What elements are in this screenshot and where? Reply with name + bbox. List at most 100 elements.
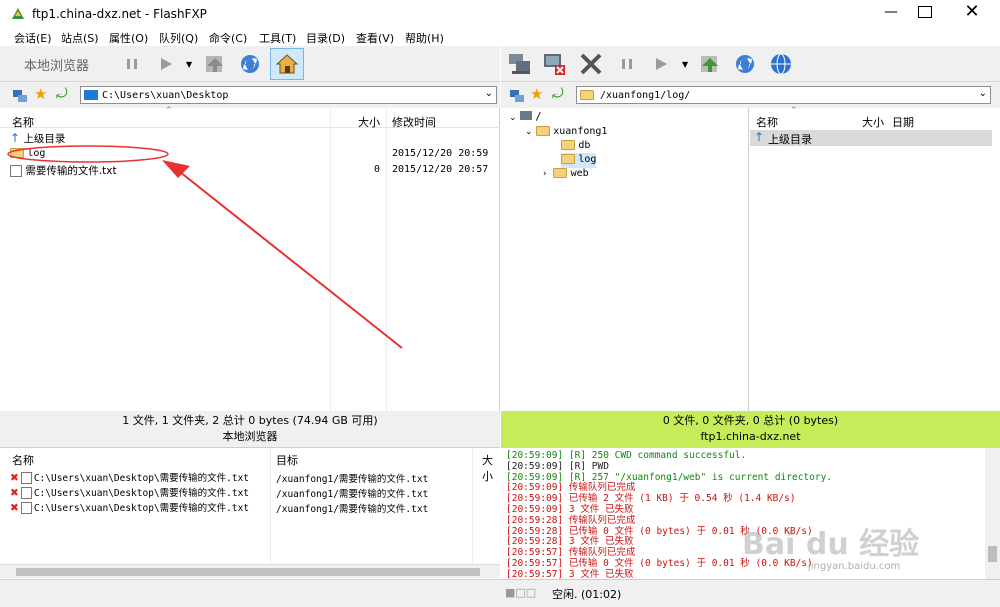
folder-icon <box>561 140 575 150</box>
remote-favorite-star-icon[interactable]: ★ <box>530 85 543 103</box>
queue-name: C:\Users\xuan\Desktop\需要传输的文件.txt <box>33 473 250 484</box>
menu-site[interactable]: 站点(S) <box>61 30 99 46</box>
parent-dir-icon: ↑ <box>754 130 765 144</box>
play-remote-icon[interactable] <box>647 50 675 78</box>
error-icon: ✖ <box>10 502 19 514</box>
tree-root[interactable]: ⌄ / <box>509 111 542 126</box>
log-v-scrollbar[interactable] <box>985 448 1000 579</box>
menu-help[interactable]: 帮助(H) <box>405 30 444 46</box>
queue-target: /xuanfong1/需要传输的文件.txt <box>276 489 429 500</box>
tree-label: xuanfong1 <box>553 126 608 137</box>
tree-node-xuanfong1[interactable]: ⌄ xuanfong1 <box>525 125 607 140</box>
refresh-icon[interactable] <box>236 50 264 78</box>
abort-icon[interactable] <box>577 50 605 78</box>
local-status-bar: 1 文件, 1 文件夹, 2 总计 0 bytes (74.94 GB 可用) … <box>0 411 500 447</box>
menu-queue[interactable]: 队列(Q) <box>159 30 198 46</box>
play-remote-dropdown-icon[interactable]: ▼ <box>682 60 688 69</box>
remote-folder-tree: ⌄ / ⌄ xuanfong1 db log › web <box>501 108 749 411</box>
remote-col-name[interactable]: 名称 <box>756 114 778 130</box>
remote-path-input[interactable]: /xuanfong1/log/ ⌄ <box>576 86 991 104</box>
menu-options[interactable]: 属性(O) <box>109 30 148 46</box>
remote-path-text: /xuanfong1/log/ <box>600 89 691 101</box>
local-status-label: 本地浏览器 <box>222 430 278 443</box>
menu-view[interactable]: 查看(V) <box>356 30 394 46</box>
tree-label: / <box>535 111 542 123</box>
chevron-right-icon: › <box>543 169 547 179</box>
remote-col-date[interactable]: 日期 <box>892 114 914 130</box>
log-line: [20:59:28] 3 文件 已失败 <box>506 536 634 548</box>
queue-col-target[interactable]: 目标 <box>276 452 298 468</box>
text-file-icon <box>20 472 32 484</box>
globe-icon[interactable] <box>767 50 795 78</box>
log-line: [20:59:09] 3 文件 已失败 <box>506 504 634 515</box>
tree-node-log[interactable]: log <box>561 153 597 168</box>
text-file-icon <box>20 487 32 499</box>
transfer-remote-icon[interactable] <box>696 50 724 78</box>
queue-h-scrollbar[interactable] <box>0 564 500 578</box>
menu-tools[interactable]: 工具(T) <box>259 30 296 46</box>
flashfxp-logo-icon <box>12 8 24 19</box>
remote-status-label: ftp1.china-dxz.net <box>700 430 801 443</box>
local-toolbar: 本地浏览器 ▼ <box>0 46 500 82</box>
menu-session[interactable]: 会话(E) <box>14 30 52 46</box>
menu-directory[interactable]: 目录(D) <box>306 30 345 46</box>
pause-remote-icon[interactable] <box>613 50 641 78</box>
queue-target: /xuanfong1/需要传输的文件.txt <box>276 504 429 515</box>
bottom-status-bar: ■□□ 空闲. (01:02) <box>0 579 1000 607</box>
folder-icon <box>535 126 550 136</box>
folder-icon <box>580 90 594 100</box>
disconnect-icon[interactable] <box>540 50 568 78</box>
local-path-text: C:\Users\xuan\Desktop <box>102 89 229 101</box>
log-line: [20:59:09] 传输队列已完成 <box>506 482 636 494</box>
queue-col-size[interactable]: 大小 <box>482 452 500 484</box>
pause-icon[interactable] <box>118 50 146 78</box>
play-icon[interactable] <box>152 50 180 78</box>
close-button[interactable]: ✕ <box>957 1 987 23</box>
chevron-down-icon: ⌄ <box>509 113 517 123</box>
tree-node-db[interactable]: db <box>561 139 590 154</box>
go-back-icon[interactable]: ⤾ <box>56 86 68 102</box>
queue-col-name[interactable]: 名称 <box>12 452 34 468</box>
log-line: [20:59:09] [R] PWD <box>506 460 609 472</box>
desktop-icon <box>84 90 98 100</box>
table-row[interactable]: ✖ C:\Users\xuan\Desktop\需要传输的文件.txt <box>10 500 249 515</box>
home-icon[interactable] <box>270 48 304 80</box>
network-icon[interactable] <box>12 88 28 107</box>
computer-icon <box>519 111 532 120</box>
local-browser-label[interactable]: 本地浏览器 <box>24 55 89 74</box>
watermark: Bai du 经验 <box>742 527 920 562</box>
local-path-input[interactable]: C:\Users\xuan\Desktop ⌄ <box>80 86 497 104</box>
favorite-star-icon[interactable]: ★ <box>34 85 47 103</box>
remote-network-icon[interactable] <box>509 88 525 107</box>
list-item[interactable]: ↑ 上级目录 <box>750 130 992 146</box>
log-line: [20:59:57] 传输队列已完成 <box>506 547 636 559</box>
log-line: [20:59:09] [R] 250 CWD command successfu… <box>506 450 747 461</box>
remote-col-size[interactable]: 大小 <box>862 114 884 130</box>
tree-node-web[interactable]: › web <box>543 167 589 182</box>
remote-chevron-down-icon[interactable]: ⌄ <box>979 88 987 99</box>
minimize-button[interactable]: — <box>876 4 906 24</box>
lock-icon: ■□□ <box>505 586 537 599</box>
transfer-icon[interactable] <box>201 50 229 78</box>
queue-name: C:\Users\xuan\Desktop\需要传输的文件.txt <box>33 488 250 499</box>
play-dropdown-icon[interactable]: ▼ <box>186 60 192 69</box>
remote-go-back-icon[interactable]: ⤾ <box>552 86 564 102</box>
refresh-remote-icon[interactable] <box>731 50 759 78</box>
idle-status: 空闲. (01:02) <box>552 588 622 601</box>
tree-label: log <box>578 154 597 165</box>
chevron-down-icon[interactable]: ⌄ <box>485 88 493 99</box>
remote-file-list: ⌃ 名称 大小 日期 ↑ 上级目录 <box>750 106 1000 411</box>
transfer-queue: 名称 目标 大小 ✖ C:\Users\xuan\Desktop\需要传输的文件.… <box>0 447 500 579</box>
row-name: 上级目录 <box>768 133 812 146</box>
menu-bar: 会话(E) 站点(S) 属性(O) 队列(Q) 命令(C) 工具(T) 目录(D… <box>0 28 1000 46</box>
connect-icon[interactable] <box>506 50 534 78</box>
maximize-button[interactable] <box>918 6 932 18</box>
menu-commands[interactable]: 命令(C) <box>209 30 247 46</box>
table-row[interactable]: ✖ C:\Users\xuan\Desktop\需要传输的文件.txt <box>10 485 249 500</box>
window-title: ftp1.china-dxz.net - FlashFXP <box>32 7 207 21</box>
tree-label: db <box>578 140 591 151</box>
remote-status-bar: 0 文件, 0 文件夹, 0 总计 (0 bytes) ftp1.china-d… <box>501 411 1000 447</box>
folder-icon <box>561 154 575 164</box>
watermark-url: jingyan.baidu.com <box>808 561 901 572</box>
table-row[interactable]: ✖ C:\Users\xuan\Desktop\需要传输的文件.txt <box>10 470 249 485</box>
